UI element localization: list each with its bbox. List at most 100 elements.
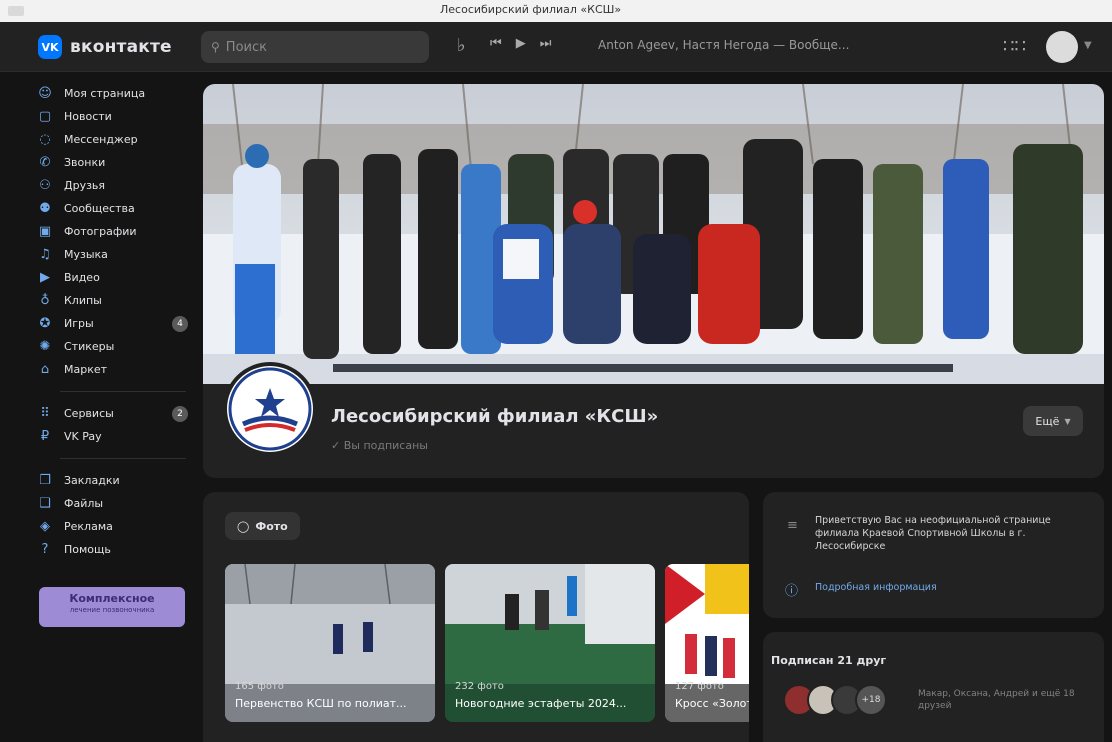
promo-subtitle: лечение позвоночника (69, 606, 155, 614)
apps-grid-icon[interactable]: ∷∷ (1003, 36, 1026, 57)
sidebar-item[interactable]: ♁ Клипы (30, 289, 198, 312)
friends-icon: ⚇ (39, 178, 51, 193)
user-avatar[interactable] (1046, 31, 1078, 63)
left-sidebar: ☺ Моя страница ▢ Новости ◌ Мессенджер ✆ Звонки ⚇… (30, 82, 198, 627)
browser-tab-chip[interactable] (8, 6, 24, 16)
sidebar-item[interactable]: ▶ Видео (30, 266, 198, 289)
sidebar-item-label: VK Pay (64, 430, 102, 443)
sidebar-item-label: Сообщества (64, 202, 135, 215)
next-track-icon[interactable]: ⏭ (540, 36, 552, 51)
friends-names: Макар, Оксана, Андрей и ещё 18 друзей (918, 689, 1075, 711)
counter-badge: 2 (172, 406, 188, 422)
sidebar-item[interactable]: ▢ Новости (30, 105, 198, 128)
community-logo-icon (228, 367, 312, 451)
search-icon: ⚲ (211, 40, 220, 54)
sidebar-services-nav: ⠿ Сервисы 2 ₽ VK Pay (30, 402, 198, 448)
sidebar-item-label: Музыка (64, 248, 108, 261)
sidebar-item[interactable]: ◈ Реклама (30, 515, 198, 538)
community-avatar[interactable] (223, 362, 317, 456)
sidebar-item-label: Фотографии (64, 225, 137, 238)
previous-track-icon[interactable]: ⏮ (490, 36, 502, 51)
games-icon: ✪ (39, 316, 51, 331)
sidebar-item[interactable]: ♫ Музыка (30, 243, 198, 266)
friend-avatar-more[interactable]: +18 (855, 684, 887, 716)
play-icon[interactable]: ▶ (516, 36, 526, 51)
more-button-label: Ещё (1035, 414, 1060, 428)
counter-badge: 4 (172, 316, 188, 332)
sidebar-item-label: Новости (64, 110, 112, 123)
sidebar-item-label: Маркет (64, 363, 108, 376)
cover-photo (203, 84, 1104, 384)
sidebar-item[interactable]: ✺ Стикеры (30, 335, 198, 358)
sidebar-item[interactable]: ☺ Моя страница (30, 82, 198, 105)
phone-icon: ✆ (39, 155, 51, 170)
sidebar-item-label: Моя страница (64, 87, 146, 100)
chat-icon: ◌ (39, 132, 51, 147)
friends-subscribed-card: Подписан 21 друг +18 Макар, Оксана, Андр… (763, 632, 1104, 742)
album-photo-count: 127 фото (675, 681, 724, 692)
photo-album[interactable]: 232 фото Новогодние эстафеты 2024... (445, 564, 655, 722)
clips-icon: ♁ (40, 293, 50, 308)
friend-avatars[interactable]: +18 (783, 684, 913, 716)
sidebar-item-label: Друзья (64, 179, 106, 192)
photo-album[interactable]: 165 фото Первенство КСШ по полиат... (225, 564, 435, 722)
search-input[interactable] (225, 39, 406, 55)
help-icon: ? (41, 542, 49, 557)
album-title: Кросс «Золотая... (675, 697, 749, 710)
photos-tab[interactable]: ◯ Фото (225, 512, 300, 540)
sidebar-item[interactable]: ❑ Файлы (30, 492, 198, 515)
sidebar-item[interactable]: ? Помощь (30, 538, 198, 561)
sidebar-item[interactable]: ◌ Мессенджер (30, 128, 198, 151)
promo-banner[interactable]: Комплексное лечение позвоночника (39, 587, 185, 627)
sidebar-item[interactable]: ❐ Закладки (30, 469, 198, 492)
music-icon: ♫ (39, 247, 51, 262)
sidebar-item-label: Видео (64, 271, 100, 284)
sidebar-item[interactable]: ✆ Звонки (30, 151, 198, 174)
sidebar-item[interactable]: ⚇ Друзья (30, 174, 198, 197)
info-icon: ⓘ (785, 584, 799, 599)
sidebar-divider (60, 458, 186, 459)
sidebar-item-label: Помощь (64, 543, 111, 556)
sidebar-item-label: Закладки (64, 474, 120, 487)
top-header: VK вконтакте ⚲ ♭ ⏮ ▶ ⏭ Anton Ageev, Наст… (0, 22, 1112, 72)
more-button[interactable]: Ещё ▼ (1023, 406, 1083, 436)
sidebar-item-label: Мессенджер (64, 133, 138, 146)
album-photo-count: 232 фото (455, 681, 504, 692)
subscribed-status[interactable]: ✓ Вы подписаны (331, 439, 428, 452)
sidebar-item[interactable]: ▣ Фотографии (30, 220, 198, 243)
now-playing-track[interactable]: Anton Ageev, Настя Негода — Вообще... (598, 38, 858, 52)
sidebar-item-label: Реклама (64, 520, 113, 533)
photo-icon: ▣ (38, 224, 52, 239)
friends-title[interactable]: Подписан 21 друг (771, 654, 886, 667)
notifications-bell-icon[interactable]: ♭ (457, 35, 466, 56)
album-title: Первенство КСШ по полиат... (235, 697, 407, 710)
sidebar-item[interactable]: ⠿ Сервисы 2 (30, 402, 198, 425)
services-icon: ⠿ (40, 406, 50, 421)
sidebar-main-nav: ☺ Моя страница ▢ Новости ◌ Мессенджер ✆ Звонки ⚇… (30, 82, 198, 381)
browser-tab-strip: Лесосибирский филиал «КСШ» (0, 0, 1112, 22)
more-info-link[interactable]: Подробная информация (815, 582, 937, 593)
photo-album[interactable]: 127 фото Кросс «Золотая... (665, 564, 749, 722)
community-description: Приветствую Вас на неофициальной страниц… (815, 515, 1051, 552)
sidebar-item[interactable]: ⌂ Маркет (30, 358, 198, 381)
search-box[interactable]: ⚲ (201, 31, 429, 63)
files-icon: ❑ (39, 496, 51, 511)
sidebar-item-label: Звонки (64, 156, 106, 169)
video-icon: ▶ (40, 270, 50, 285)
album-photo-count: 165 фото (235, 681, 284, 692)
stickers-icon: ✺ (39, 339, 51, 354)
sidebar-extra-nav: ❐ Закладки ❑ Файлы ◈ Реклама? Помощь (30, 469, 198, 561)
photos-tab-label: Фото (255, 519, 288, 533)
user-icon: ☺ (38, 86, 52, 101)
market-icon: ⌂ (40, 362, 50, 377)
sidebar-item[interactable]: ₽ VK Pay (30, 425, 198, 448)
community-name: Лесосибирский филиал «КСШ» (331, 406, 659, 427)
vk-logo[interactable]: VK вконтакте (38, 35, 172, 59)
ads-icon: ◈ (40, 519, 50, 534)
sidebar-item[interactable]: ✪ Игры 4 (30, 312, 198, 335)
sidebar-item-label: Стикеры (64, 340, 115, 353)
sidebar-divider (60, 391, 186, 392)
sidebar-item[interactable]: ⚉ Сообщества (30, 197, 198, 220)
chevron-down-icon[interactable]: ▼ (1084, 40, 1092, 51)
community-info-card: ≡ Приветствую Вас на неофициальной стран… (763, 492, 1104, 618)
